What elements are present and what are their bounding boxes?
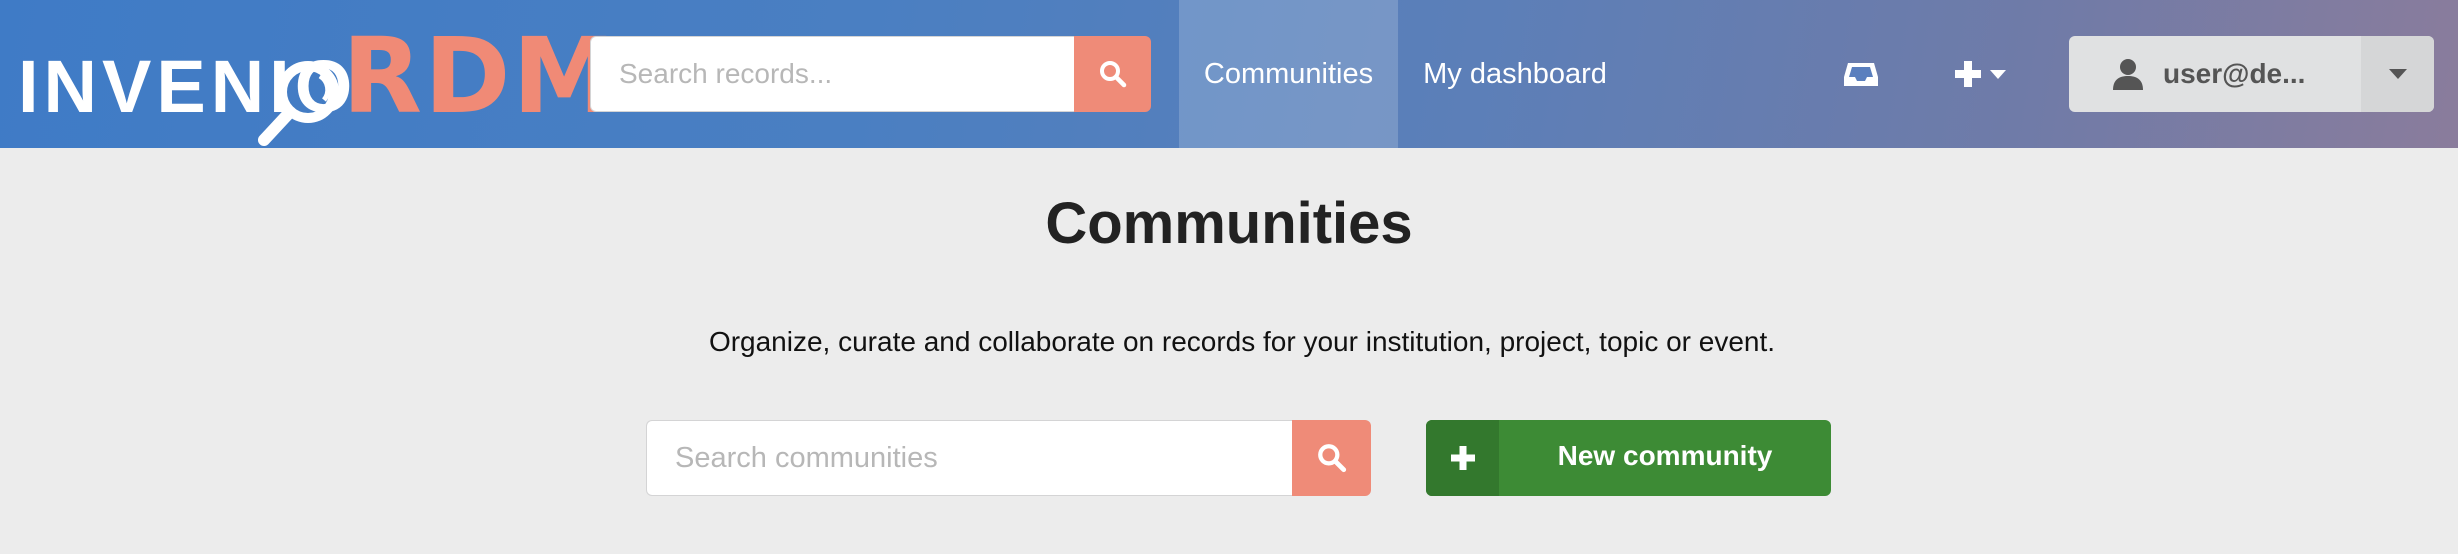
- page-description: Organize, curate and collaborate on reco…: [708, 326, 1776, 357]
- communities-search-button[interactable]: [1292, 420, 1371, 496]
- search-icon: [1317, 444, 1346, 473]
- user-menu-dropdown[interactable]: [2361, 36, 2434, 112]
- search-icon: [1099, 61, 1126, 88]
- header-search: [590, 36, 1151, 112]
- nav-communities[interactable]: Communities: [1179, 0, 1398, 148]
- invenio-rdm-logo[interactable]: INVENIO RDM: [18, 20, 616, 146]
- nav-my-dashboard[interactable]: My dashboard: [1398, 0, 1632, 148]
- plus-icon: [1955, 61, 1981, 87]
- new-community-button[interactable]: New community: [1426, 420, 1831, 496]
- top-header: INVENIO RDM Communities My dashboard: [0, 0, 2458, 148]
- inbox-icon: [1844, 63, 1878, 86]
- communities-search: [646, 420, 1371, 496]
- user-name: user@de...: [2163, 58, 2306, 89]
- user-menu-button[interactable]: user@de...: [2069, 36, 2434, 112]
- new-community-plus: [1426, 420, 1499, 496]
- page-title: Communities: [1045, 191, 1413, 256]
- chevron-down-icon: [1990, 70, 2006, 79]
- new-community-label: New community: [1557, 440, 1773, 471]
- inbox-button[interactable]: [1826, 44, 1896, 104]
- new-menu-button[interactable]: [1940, 44, 2020, 104]
- chevron-down-icon: [2388, 69, 2407, 79]
- plus-icon: [1450, 446, 1475, 470]
- communities-search-input[interactable]: [646, 420, 1294, 496]
- user-menu-main[interactable]: user@de...: [2069, 36, 2361, 112]
- logo-text-rdm: RDM: [342, 15, 618, 137]
- records-search-button[interactable]: [1074, 36, 1151, 112]
- user-icon: [2113, 59, 2143, 90]
- records-search-input[interactable]: [590, 36, 1076, 112]
